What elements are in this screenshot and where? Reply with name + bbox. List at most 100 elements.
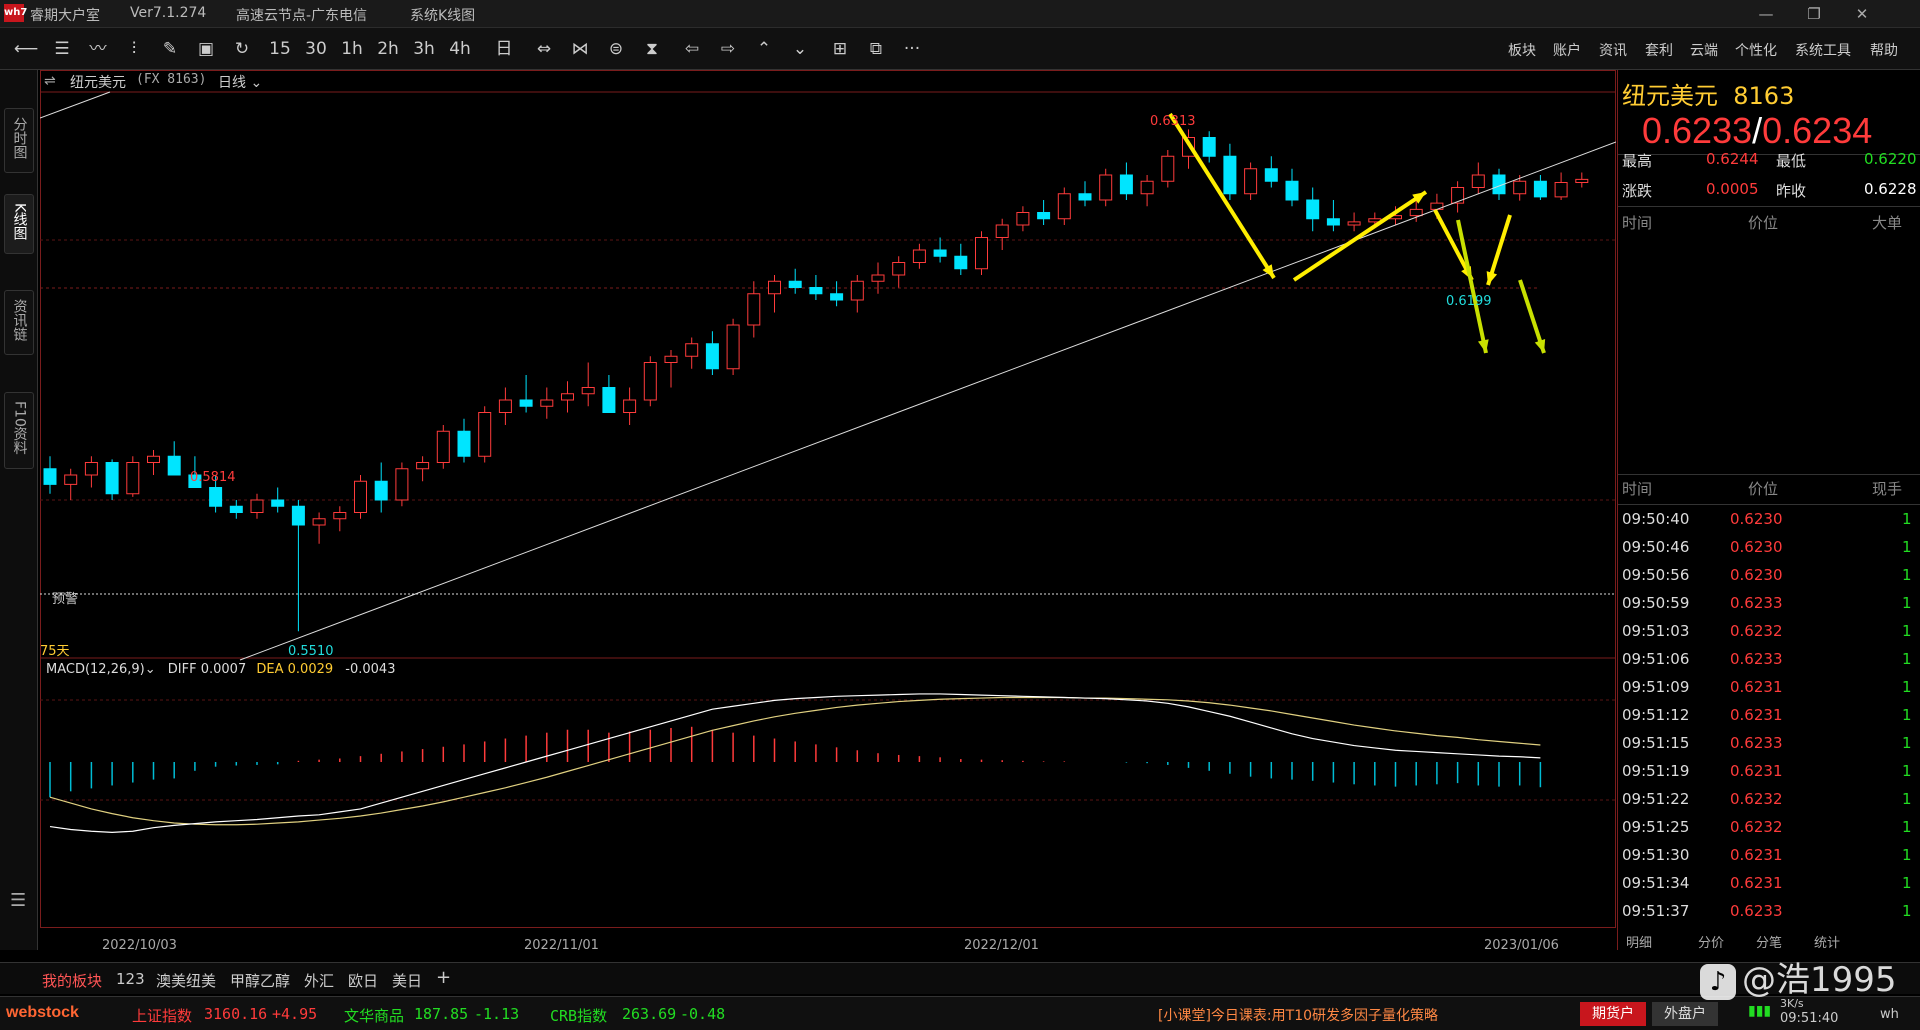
arrow-head — [1534, 339, 1546, 353]
menu-system-tools[interactable]: 系统工具 — [1795, 40, 1851, 60]
hourglass-icon[interactable]: ⧗ — [638, 36, 666, 62]
layer-icon[interactable]: ⊜ — [602, 36, 630, 62]
list-icon[interactable]: ☰ — [48, 36, 76, 62]
divider — [1618, 474, 1920, 475]
line-chart-icon[interactable]: 〰 — [84, 36, 112, 62]
tick-row[interactable]: 09:51:30 0.6231 1 — [1618, 842, 1918, 870]
index2-name[interactable]: 文华商品 — [344, 1005, 404, 1026]
alert-label[interactable]: 预警 — [52, 588, 78, 607]
menu-account[interactable]: 账户 — [1553, 40, 1581, 60]
index3-name[interactable]: CRB指数 — [550, 1005, 607, 1026]
tab-detail[interactable]: 明细 — [1626, 932, 1652, 951]
tick-row[interactable]: 09:51:22 0.6232 1 — [1618, 786, 1918, 814]
futures-account-button[interactable]: 期货户 — [1580, 1002, 1646, 1026]
tick-qty: 1 — [1902, 678, 1912, 696]
index3-change: -0.48 — [680, 1005, 726, 1023]
tick-row[interactable]: 09:51:09 0.6231 1 — [1618, 674, 1918, 702]
candle-body — [1078, 193, 1092, 201]
external-account-button[interactable]: 外盘户 — [1652, 1002, 1718, 1026]
tick-row[interactable]: 09:50:40 0.6230 1 — [1618, 506, 1918, 534]
add-tab-button[interactable]: + — [436, 967, 451, 988]
tick-row[interactable]: 09:51:25 0.6232 1 — [1618, 814, 1918, 842]
tab-methanol[interactable]: 甲醇乙醇 — [230, 970, 290, 991]
arrow-head — [1486, 271, 1498, 285]
arrow-right-icon[interactable]: ⇨ — [714, 36, 742, 62]
menu-arbitrage[interactable]: 套利 — [1645, 40, 1673, 60]
candle-body — [768, 280, 781, 295]
more-icon[interactable]: ··· — [898, 36, 926, 62]
tab-price-dist[interactable]: 分价 — [1698, 932, 1724, 951]
tick-row[interactable]: 09:51:37 0.6233 1 — [1618, 898, 1918, 926]
tick-price: 0.6233 — [1730, 594, 1783, 612]
tick-row[interactable]: 09:51:19 0.6231 1 — [1618, 758, 1918, 786]
chart-area[interactable]: ⇌ 纽元美元 (FX 8163) 日线 ⌄ 0.6313 0.5814 0.55… — [40, 70, 1616, 953]
period-4h-button[interactable]: 4h — [446, 36, 474, 62]
grid-icon[interactable]: ⊞ — [826, 36, 854, 62]
tab-my-sector[interactable]: 我的板块 — [42, 970, 102, 991]
candle-body — [809, 287, 823, 295]
tab-usdjpy[interactable]: 美日 — [392, 970, 422, 991]
tab-eurjpy[interactable]: 欧日 — [348, 970, 378, 991]
menu-personalize[interactable]: 个性化 — [1735, 40, 1777, 60]
news-ticker[interactable]: [小课堂]今日课表:用T10研发多因子量化策略 — [1158, 1005, 1438, 1025]
arrow-left-icon[interactable]: ⇦ — [678, 36, 706, 62]
menu-icon[interactable]: ☰ — [10, 890, 26, 911]
tick-price: 0.6233 — [1730, 902, 1783, 920]
tick-row[interactable]: 09:50:56 0.6230 1 — [1618, 562, 1918, 590]
back-icon[interactable]: ⟵ — [12, 36, 40, 62]
candle-body — [602, 387, 616, 413]
period-2h-button[interactable]: 2h — [374, 36, 402, 62]
zoom-in-icon[interactable]: ⇔ — [530, 36, 558, 62]
macd-header[interactable]: MACD(12,26,9)⌄ DIFF 0.0007 DEA 0.0029 -0… — [46, 662, 395, 677]
tick-row[interactable]: 09:51:06 0.6233 1 — [1618, 646, 1918, 674]
period-15-button[interactable]: 15 — [266, 36, 294, 62]
menu-sector[interactable]: 板块 — [1508, 40, 1536, 60]
windows-icon[interactable]: ⧉ — [862, 36, 890, 62]
tab-kline[interactable]: K线图 — [4, 194, 34, 255]
tab-stats[interactable]: 统计 — [1814, 932, 1840, 951]
arrow-down-icon[interactable]: ⌄ — [786, 36, 814, 62]
minimize-icon[interactable]: — — [1744, 2, 1788, 26]
period-30-button[interactable]: 30 — [302, 36, 330, 62]
tick-row[interactable]: 09:50:46 0.6230 1 — [1618, 534, 1918, 562]
close-icon[interactable]: ✕ — [1840, 2, 1884, 26]
tab-timeshare[interactable]: 分时图 — [4, 108, 34, 173]
tick-time: 09:51:12 — [1622, 706, 1690, 724]
tick-list[interactable]: 09:50:40 0.6230 1 09:50:46 0.6230 1 09:50:56 0.… — [1618, 506, 1920, 930]
draw-icon[interactable]: ✎ — [156, 36, 184, 62]
period-day-button[interactable]: 日 — [490, 36, 518, 62]
server-node[interactable]: 高速云节点-广东电信 — [236, 5, 367, 25]
tab-f10[interactable]: F10资料 — [4, 392, 34, 469]
refresh-icon[interactable]: ↻ — [228, 36, 256, 62]
candle-body — [312, 518, 326, 526]
tick-row[interactable]: 09:51:12 0.6231 1 — [1618, 702, 1918, 730]
tab-123[interactable]: 123 — [116, 970, 145, 988]
menu-help[interactable]: 帮助 — [1870, 40, 1898, 60]
period-dropdown[interactable]: 日线 ⌄ — [218, 72, 262, 92]
menu-news[interactable]: 资讯 — [1599, 40, 1627, 60]
candle-body — [209, 487, 223, 507]
candle-body — [64, 474, 78, 485]
kline-chart-svg[interactable] — [40, 70, 1616, 948]
tick-row[interactable]: 09:51:15 0.6233 1 — [1618, 730, 1918, 758]
prev-close-label-text: 昨收 — [1776, 182, 1807, 200]
tab-news-chain[interactable]: 资讯链 — [4, 290, 34, 355]
save-icon[interactable]: ▣ — [192, 36, 220, 62]
tab-aud-nzd[interactable]: 澳美纽美 — [156, 970, 216, 991]
x-label-4: 2023/01/06 — [1484, 938, 1559, 953]
tick-time: 09:51:25 — [1622, 818, 1690, 836]
tick-row[interactable]: 09:51:03 0.6232 1 — [1618, 618, 1918, 646]
tab-forex[interactable]: 外汇 — [304, 970, 334, 991]
sort-icon[interactable]: ⇌ — [44, 73, 56, 89]
index1-name[interactable]: 上证指数 — [132, 1005, 192, 1026]
menu-cloud[interactable]: 云端 — [1690, 40, 1718, 60]
tick-row[interactable]: 09:50:59 0.6233 1 — [1618, 590, 1918, 618]
period-1h-button[interactable]: 1h — [338, 36, 366, 62]
restore-icon[interactable]: ❐ — [1792, 2, 1836, 26]
tab-trades[interactable]: 分笔 — [1756, 932, 1782, 951]
zoom-out-icon[interactable]: ⋈ — [566, 36, 594, 62]
arrow-up-icon[interactable]: ⌃ — [750, 36, 778, 62]
period-3h-button[interactable]: 3h — [410, 36, 438, 62]
kline-icon[interactable]: ⫶ — [120, 36, 148, 62]
tick-row[interactable]: 09:51:34 0.6231 1 — [1618, 870, 1918, 898]
